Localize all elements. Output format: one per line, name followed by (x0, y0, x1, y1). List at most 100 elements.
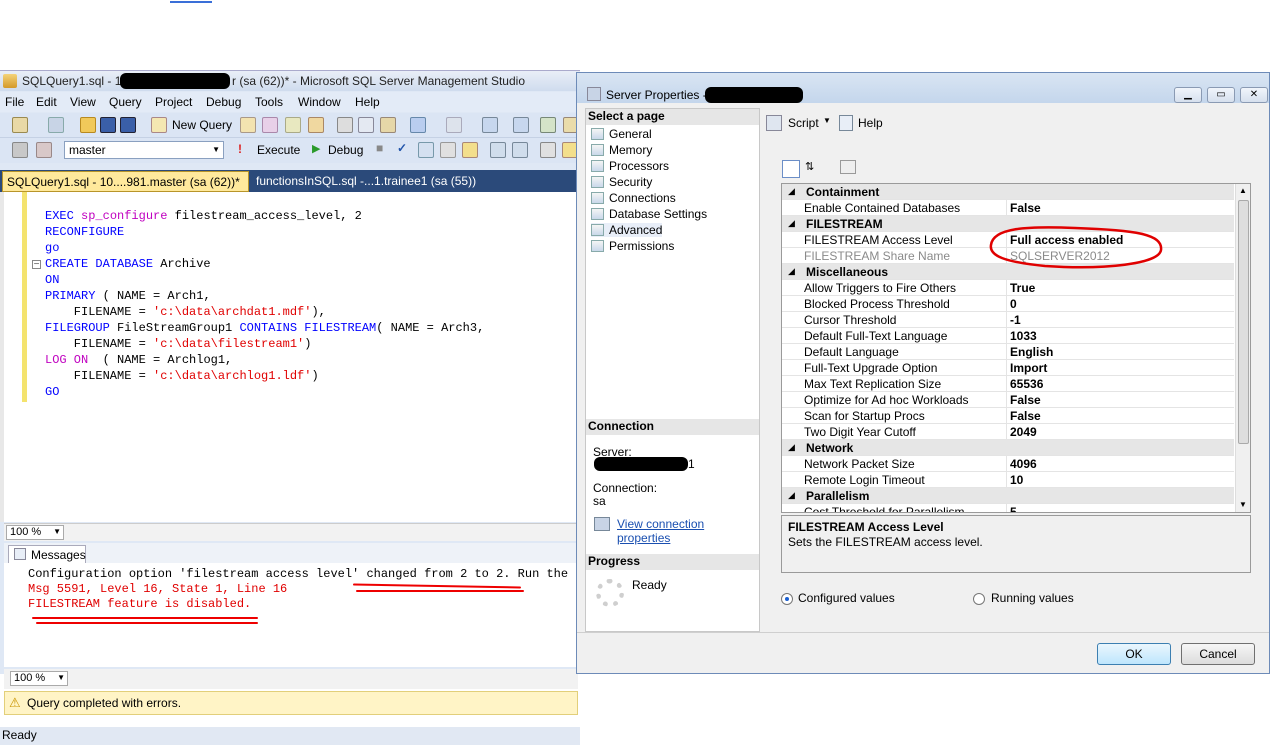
configured-values-label[interactable]: Configured values (798, 591, 895, 605)
page-memory[interactable]: Memory (591, 143, 652, 157)
new-project-icon[interactable] (12, 117, 28, 133)
navigate-forward-icon[interactable] (513, 117, 529, 133)
execute-icon[interactable]: ! (238, 142, 242, 156)
property-row[interactable]: Full-Text Upgrade Option Import (782, 360, 1234, 376)
page-database-settings[interactable]: Database Settings (591, 207, 707, 221)
messages-pane[interactable]: Configuration option 'filestream access … (4, 563, 597, 667)
collapse-triangle-icon[interactable]: ◢ (788, 186, 795, 197)
property-value[interactable]: 1033 (1010, 329, 1037, 343)
new-query-button[interactable]: New Query (172, 118, 232, 132)
property-grid[interactable]: ◢ Containment Enable Contained Databases Fa… (781, 183, 1251, 513)
page-security[interactable]: Security (591, 175, 652, 189)
undo-icon[interactable] (410, 117, 426, 133)
script-button[interactable]: Script (788, 116, 819, 130)
property-value[interactable]: 4096 (1010, 457, 1037, 471)
property-row[interactable]: Optimize for Ad hoc Workloads False (782, 392, 1234, 408)
mdx-query-icon[interactable] (262, 117, 278, 133)
running-values-radio[interactable] (973, 593, 985, 605)
menu-help[interactable]: Help (355, 95, 380, 109)
menu-query[interactable]: Query (109, 95, 142, 109)
property-value[interactable]: False (1010, 393, 1041, 407)
property-row[interactable]: Enable Contained Databases False (782, 200, 1234, 216)
alphabetical-sort-icon[interactable]: ⇅ (805, 160, 814, 173)
collapse-triangle-icon[interactable]: ◢ (788, 266, 795, 277)
change-connection-icon[interactable] (36, 142, 52, 158)
cut-icon[interactable] (337, 117, 353, 133)
property-row[interactable]: Cost Threshold for Parallelism 5 (782, 504, 1234, 512)
property-row[interactable]: Default Language English (782, 344, 1234, 360)
property-value[interactable]: Import (1010, 361, 1047, 375)
page-advanced[interactable]: Advanced (591, 223, 663, 237)
connect-icon[interactable] (12, 142, 28, 158)
results-to-grid-icon[interactable] (462, 142, 478, 158)
property-row[interactable]: Two Digit Year Cutoff 2049 (782, 424, 1234, 440)
menu-debug[interactable]: Debug (206, 95, 241, 109)
script-icon[interactable] (766, 115, 782, 131)
dmx-query-icon[interactable] (285, 117, 301, 133)
property-value[interactable]: -1 (1010, 313, 1021, 327)
collapse-region-icon[interactable]: − (32, 260, 41, 270)
property-value[interactable]: 0 (1010, 297, 1017, 311)
activity-monitor-icon[interactable] (540, 117, 556, 133)
menu-window[interactable]: Window (298, 95, 341, 109)
paste-icon[interactable] (380, 117, 396, 133)
scroll-up-icon[interactable]: ▲ (1239, 186, 1247, 195)
navigate-back-icon[interactable] (482, 117, 498, 133)
property-row[interactable]: Default Full-Text Language 1033 (782, 328, 1234, 344)
property-value[interactable]: English (1010, 345, 1053, 359)
property-value[interactable]: 65536 (1010, 377, 1043, 391)
property-row[interactable]: Scan for Startup Procs False (782, 408, 1234, 424)
new-query-icon[interactable] (151, 117, 167, 133)
property-row[interactable]: Blocked Process Threshold 0 (782, 296, 1234, 312)
execute-button[interactable]: Execute (257, 143, 300, 157)
editor-zoom-select[interactable]: 100 % ▼ (6, 525, 64, 540)
save-all-icon[interactable] (120, 117, 136, 133)
property-grid-scrollbar[interactable]: ▲ ▼ (1235, 184, 1250, 512)
comment-icon[interactable] (540, 142, 556, 158)
property-category[interactable]: ◢ Parallelism (782, 488, 1234, 504)
minimize-button[interactable]: ▁ (1174, 87, 1202, 103)
xmla-query-icon[interactable] (308, 117, 324, 133)
ok-button[interactable]: OK (1097, 643, 1171, 665)
save-icon[interactable] (100, 117, 116, 133)
scroll-down-icon[interactable]: ▼ (1239, 500, 1247, 509)
chevron-down-icon[interactable]: ▼ (823, 116, 831, 125)
results-to-file-icon[interactable] (512, 142, 528, 158)
query-designer-icon[interactable] (440, 142, 456, 158)
scroll-thumb[interactable] (1238, 200, 1249, 444)
messages-zoom-select[interactable]: 100 % ▼ (10, 671, 68, 686)
property-value[interactable]: True (1010, 281, 1035, 295)
open-file-icon[interactable] (80, 117, 96, 133)
collapse-triangle-icon[interactable]: ◢ (788, 218, 795, 229)
property-category[interactable]: ◢ Containment (782, 184, 1234, 200)
debug-button[interactable]: Debug (328, 143, 363, 157)
redo-icon[interactable] (446, 117, 462, 133)
tab-functionsinsql[interactable]: functionsInSQL.sql -...1.trainee1 (sa (5… (252, 171, 552, 192)
query-editor[interactable]: − EXEC sp_configure filestream_access_le… (0, 192, 578, 522)
property-value[interactable]: 2049 (1010, 425, 1037, 439)
menu-edit[interactable]: Edit (36, 95, 57, 109)
page-connections[interactable]: Connections (591, 191, 676, 205)
tab-messages[interactable]: Messages (8, 545, 86, 563)
results-to-text-icon[interactable] (490, 142, 506, 158)
menu-project[interactable]: Project (155, 95, 192, 109)
page-general[interactable]: General (591, 127, 652, 141)
menu-file[interactable]: File (5, 95, 24, 109)
tab-sqlquery1[interactable]: SQLQuery1.sql - 10....981.master (sa (62… (2, 171, 249, 192)
property-row[interactable]: Allow Triggers to Fire Others True (782, 280, 1234, 296)
property-row[interactable]: Max Text Replication Size 65536 (782, 376, 1234, 392)
property-category[interactable]: ◢ Network (782, 440, 1234, 456)
database-select[interactable]: master ▼ (64, 141, 224, 159)
property-value[interactable]: 10 (1010, 473, 1023, 487)
running-values-label[interactable]: Running values (991, 591, 1074, 605)
close-button[interactable]: ✕ (1240, 87, 1268, 103)
property-value[interactable]: 5 (1010, 505, 1017, 512)
parse-check-icon[interactable]: ✓ (397, 141, 407, 155)
configured-values-radio[interactable] (781, 593, 793, 605)
maximize-button[interactable]: ▭ (1207, 87, 1235, 103)
menu-tools[interactable]: Tools (255, 95, 283, 109)
cancel-execution-icon[interactable]: ■ (376, 141, 383, 155)
property-row[interactable]: Network Packet Size 4096 (782, 456, 1234, 472)
add-item-icon[interactable] (48, 117, 64, 133)
menu-view[interactable]: View (70, 95, 96, 109)
